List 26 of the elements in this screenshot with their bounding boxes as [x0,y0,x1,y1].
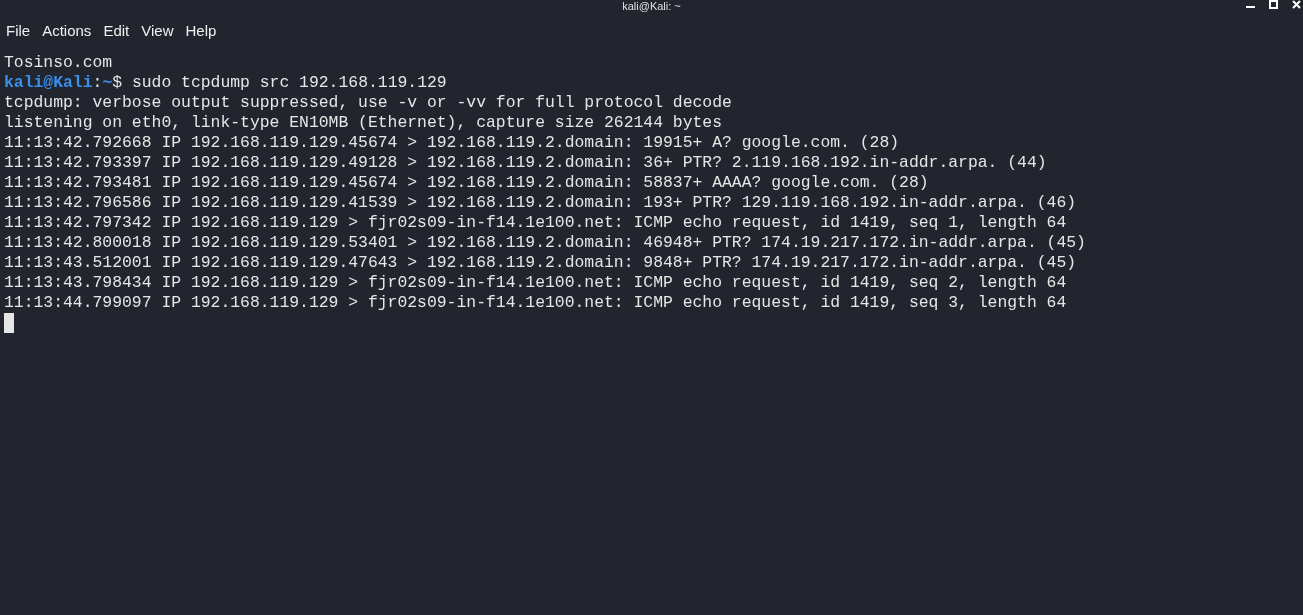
window-title: kali@Kali: ~ [622,0,681,12]
menu-item[interactable]: Help [180,19,222,43]
prompt-symbol: $ [112,73,123,93]
output-line: 11:13:42.797342 IP 192.168.119.129 > fjr02s09-in-f14.1e100.net: ICMP echo request, id 1419, seq 1, length 64 [4,213,1067,233]
output-line: 11:13:42.796586 IP 192.168.119.129.41539 > 192.168.119.2.domain: 193+ PTR? 129.119.168.192.in-addr.arpa. (46) [4,193,1077,213]
output-line: 11:13:44.799097 IP 192.168.119.129 > fjr02s09-in-f14.1e100.net: ICMP echo request, id 1419, seq 3, length 64 [4,293,1067,313]
output-line: tcpdump: verbose output suppressed, use -v or -vv for full protocol decode [4,93,732,113]
close-icon[interactable] [1292,0,1301,9]
prompt-user-host: kali@Kali [4,73,93,93]
menu-item[interactable]: Actions [37,19,97,43]
menu-item[interactable]: View [136,19,179,43]
menu-item[interactable]: Edit [98,19,135,43]
prompt-separator: : [92,73,103,93]
output-line: Tosinso.com [4,53,113,73]
output-line: 11:13:42.793397 IP 192.168.119.129.49128 > 192.168.119.2.domain: 36+ PTR? 2.119.168.192.in-addr.arpa. (44) [4,153,1047,173]
output-line: listening on eth0, link-type EN10MB (Ethernet), capture size 262144 bytes [4,113,723,133]
output-line: 11:13:42.793481 IP 192.168.119.129.45674 > 192.168.119.2.domain: 58837+ AAAA? google.com. (28) [4,173,929,193]
text-cursor [4,313,14,333]
command-text: sudo tcpdump src 192.168.119.129 [130,73,447,93]
output-line: 11:13:43.798434 IP 192.168.119.129 > fjr02s09-in-f14.1e100.net: ICMP echo request, id 1419, seq 2, length 64 [4,273,1067,293]
menu-item[interactable]: File [1,19,36,43]
maximize-icon[interactable] [1269,0,1278,9]
output-line: 11:13:42.792668 IP 192.168.119.129.45674 > 192.168.119.2.domain: 19915+ A? google.com. (28) [4,133,900,153]
output-line: 11:13:43.512001 IP 192.168.119.129.47643 > 192.168.119.2.domain: 9848+ PTR? 174.19.217.172.in-addr.arpa. (45) [4,253,1077,273]
prompt-path: ~ [102,73,113,93]
output-line: 11:13:42.800018 IP 192.168.119.129.53401 > 192.168.119.2.domain: 46948+ PTR? 174.19.217.172.in-addr.arpa. (45) [4,233,1086,253]
